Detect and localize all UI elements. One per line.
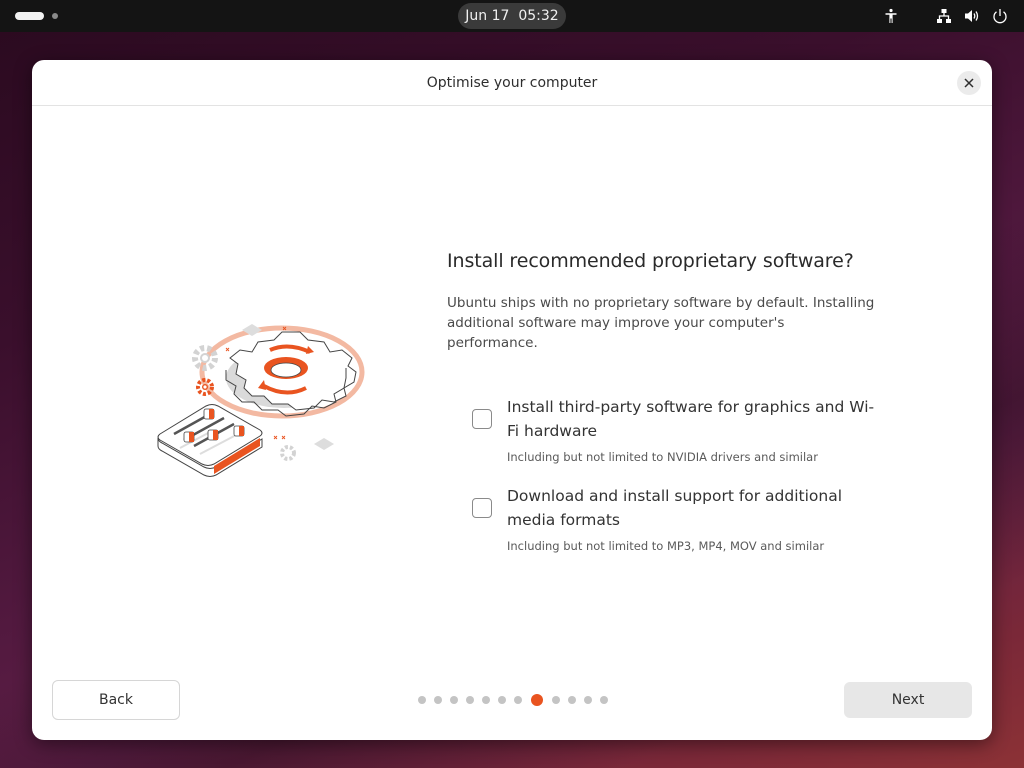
volume-icon[interactable] [962,6,982,26]
dialog-title: Optimise your computer [426,75,598,91]
installer-dialog: Optimise your computer Install recommend… [32,60,992,740]
workspace-active-indicator[interactable] [15,12,44,20]
top-bar: Jun 17 05:32 [0,0,1024,32]
page-dot [568,696,576,704]
main-content: Install recommended proprietary software… [447,250,887,553]
option-sublabel: Including but not limited to MP3, MP4, M… [507,539,825,553]
page-dot-active [531,694,543,706]
option-third-party-software[interactable]: Install third-party software for graphic… [472,395,887,464]
date-time-button[interactable]: Jun 17 05:32 [458,3,566,29]
power-icon[interactable] [990,6,1010,26]
third-party-checkbox[interactable] [472,409,492,429]
page-dot [466,696,474,704]
accessibility-icon[interactable] [881,6,901,26]
page-dot [600,696,608,704]
page-dot [482,696,490,704]
page-indicator [418,694,608,706]
next-button[interactable]: Next [844,682,972,718]
page-dot [498,696,506,704]
sliders-panel-icon [157,404,263,477]
page-dot [552,696,560,704]
dialog-header: Optimise your computer [32,60,992,106]
tiny-gear-grey-icon [280,445,296,461]
page-dot [418,696,426,704]
network-icon[interactable] [934,6,954,26]
media-formats-checkbox[interactable] [472,498,492,518]
page-description: Ubuntu ships with no proprietary softwar… [447,295,875,351]
page-dot [434,696,442,704]
large-gear-icon [199,325,365,419]
optimise-illustration [157,324,365,477]
activities-indicator[interactable] [15,12,58,20]
option-label[interactable]: Download and install support for additio… [507,484,877,532]
page-heading: Install recommended proprietary software… [447,250,854,272]
diamond-shape [314,438,334,450]
back-button[interactable]: Back [52,680,180,720]
option-label[interactable]: Install third-party software for graphic… [507,395,877,443]
page-dot [584,696,592,704]
close-button[interactable] [957,71,981,95]
workspace-indicator[interactable] [52,13,58,19]
option-media-formats[interactable]: Download and install support for additio… [472,484,887,553]
close-icon [964,78,974,88]
page-dot [514,696,522,704]
system-tray[interactable] [881,6,1010,26]
page-dot [450,696,458,704]
option-sublabel: Including but not limited to NVIDIA driv… [507,450,818,464]
